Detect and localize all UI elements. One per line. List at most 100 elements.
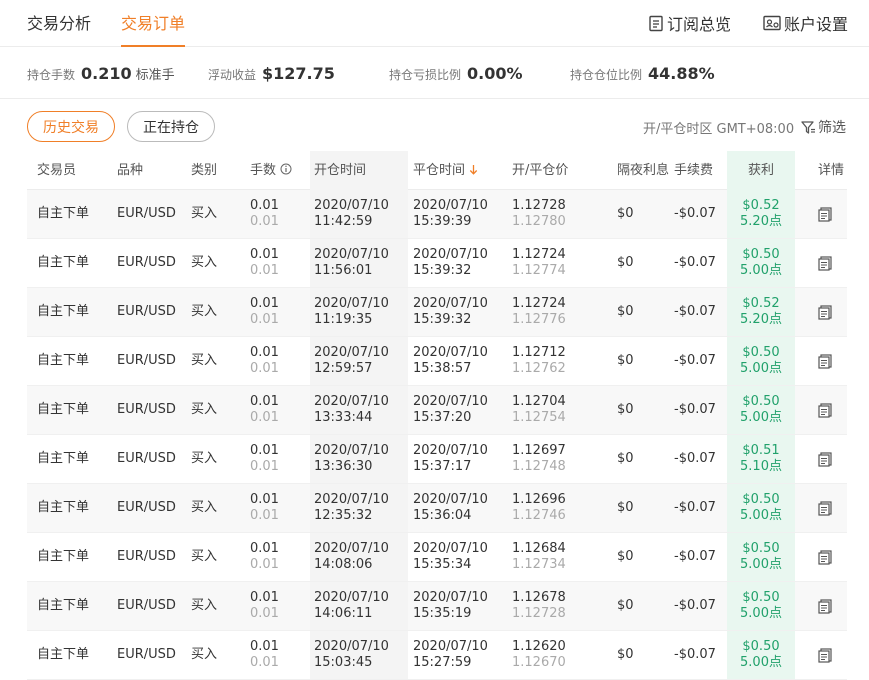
detail-icon[interactable] [818,452,833,467]
cell-close-time: 2020/07/10 15:37:17 [409,435,507,483]
cell-symbol: EUR/USD [117,206,176,221]
cell-swap: $0 [617,500,634,515]
filter-row: 历史交易 正在持仓 开/平仓时区 GMT+08:00 筛选 [0,100,869,150]
filter-button[interactable]: 筛选 [801,117,846,137]
tab-trade-analysis[interactable]: 交易分析 [27,10,91,47]
lots-value: 0.01 [250,541,279,556]
profit-value: $0.50 [742,247,780,262]
cell-fee: -$0.07 [674,598,716,613]
lots-closed-value: 0.01 [250,606,279,621]
cell-swap: $0 [617,255,634,270]
cell-fee: -$0.07 [674,304,716,319]
header-open-time[interactable]: 开仓时间 [310,151,408,190]
open-price: 1.12620 [512,639,566,654]
open-time: 15:03:45 [314,655,373,670]
cell-lots: 0.01 0.01 [250,239,279,287]
lots-closed-value: 0.01 [250,459,279,474]
account-settings-label: 账户设置 [784,15,849,34]
detail-icon[interactable] [818,648,833,663]
cell-profit: $0.50 5.00点 [727,582,795,630]
profit-value: $0.50 [742,345,780,360]
close-time: 15:36:04 [413,508,472,523]
close-price: 1.12762 [512,361,566,376]
stats-bar: 持仓手数 0.210 标准手 浮动收益 $127.75 持仓亏损比例 0.00%… [0,48,869,99]
cell-symbol: EUR/USD [117,500,176,515]
stat-value: 0.210 [81,64,132,83]
open-positions-button[interactable]: 正在持仓 [127,111,215,142]
close-date: 2020/07/10 [413,345,488,360]
detail-icon[interactable] [818,501,833,516]
cell-lots: 0.01 0.01 [250,337,279,385]
profit-value: $0.52 [742,296,780,311]
info-icon[interactable] [280,163,292,175]
open-date: 2020/07/10 [314,198,389,213]
cell-lots: 0.01 0.01 [250,631,279,679]
lots-value: 0.01 [250,492,279,507]
table-row: 自主下单 EUR/USD 买入 0.01 0.01 2020/07/10 12:… [27,337,847,386]
profit-value: $0.50 [742,639,780,654]
close-date: 2020/07/10 [413,443,488,458]
cell-price: 1.12704 1.12754 [512,386,566,434]
lots-closed-value: 0.01 [250,263,279,278]
profit-points: 5.00点 [740,655,782,670]
open-time: 12:59:57 [314,361,373,376]
cell-trader: 自主下单 [37,647,90,662]
cell-swap: $0 [617,402,634,417]
orders-table: 交易员 品种 类别 手数 开仓时间 平仓时间 开/平仓价 隔夜利息 手续费 获利… [27,151,847,680]
open-date: 2020/07/10 [314,247,389,262]
cell-lots: 0.01 0.01 [250,435,279,483]
cell-price: 1.12620 1.12670 [512,631,566,679]
open-date: 2020/07/10 [314,443,389,458]
header-close-time[interactable]: 平仓时间 [409,151,507,190]
cell-type: 买入 [191,255,218,270]
profit-points: 5.00点 [740,606,782,621]
detail-icon[interactable] [818,599,833,614]
cell-open-time: 2020/07/10 11:19:35 [310,288,408,336]
stat-position-lots: 持仓手数 0.210 标准手 [27,64,175,83]
subscription-icon [649,15,663,31]
cell-trader: 自主下单 [37,451,90,466]
cell-type: 买入 [191,451,218,466]
cell-type: 买入 [191,549,218,564]
detail-icon[interactable] [818,207,833,222]
cell-close-time: 2020/07/10 15:35:19 [409,582,507,630]
detail-icon[interactable] [818,354,833,369]
open-time: 13:33:44 [314,410,373,425]
table-row: 自主下单 EUR/USD 买入 0.01 0.01 2020/07/10 11:… [27,190,847,239]
close-date: 2020/07/10 [413,394,488,409]
close-price: 1.12746 [512,508,566,523]
cell-close-time: 2020/07/10 15:35:34 [409,533,507,581]
profit-value: $0.52 [742,198,780,213]
detail-icon[interactable] [818,403,833,418]
history-trades-button[interactable]: 历史交易 [27,111,115,142]
table-row: 自主下单 EUR/USD 买入 0.01 0.01 2020/07/10 11:… [27,239,847,288]
cell-fee: -$0.07 [674,500,716,515]
subscription-overview-link[interactable]: 订阅总览 [648,11,731,35]
profit-points: 5.00点 [740,263,782,278]
stat-value: 0.00% [467,64,523,83]
detail-icon[interactable] [818,256,833,271]
cell-lots: 0.01 0.01 [250,484,279,532]
profit-points: 5.20点 [740,214,782,229]
cell-close-time: 2020/07/10 15:39:32 [409,239,507,287]
stat-loss-ratio: 持仓亏损比例 0.00% [389,64,523,83]
lots-closed-value: 0.01 [250,361,279,376]
table-row: 自主下单 EUR/USD 买入 0.01 0.01 2020/07/10 14:… [27,582,847,631]
open-date: 2020/07/10 [314,345,389,360]
cell-price: 1.12728 1.12780 [512,190,566,238]
detail-icon[interactable] [818,550,833,565]
cell-swap: $0 [617,549,634,564]
account-settings-link[interactable]: 账户设置 [763,11,848,35]
detail-icon[interactable] [818,305,833,320]
close-time: 15:27:59 [413,655,472,670]
profit-points: 5.20点 [740,312,782,327]
open-time: 11:56:01 [314,263,373,278]
cell-profit: $0.50 5.00点 [727,533,795,581]
tab-trade-orders[interactable]: 交易订单 [121,10,186,47]
lots-value: 0.01 [250,296,279,311]
cell-profit: $0.51 5.10点 [727,435,795,483]
close-price: 1.12748 [512,459,566,474]
cell-open-time: 2020/07/10 11:56:01 [310,239,408,287]
table-header: 交易员 品种 类别 手数 开仓时间 平仓时间 开/平仓价 隔夜利息 手续费 获利… [27,151,847,190]
cell-trader: 自主下单 [37,255,90,270]
